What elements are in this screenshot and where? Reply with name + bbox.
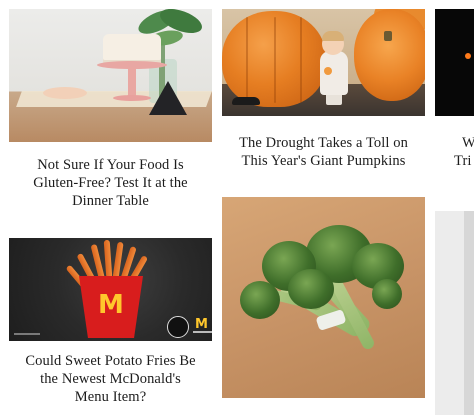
cake-stand — [128, 67, 136, 97]
broccoli-floret — [240, 281, 280, 319]
mcdonalds-logo-small: M — [195, 317, 208, 332]
pumpkin-stem — [384, 31, 392, 41]
article-title-line[interactable]: the Newest McDonald's — [9, 370, 212, 388]
article-title-line[interactable]: Menu Item? — [9, 388, 212, 406]
mcdonalds-logo: M — [98, 290, 124, 320]
cake — [103, 34, 161, 64]
pumpkin-rib — [274, 17, 276, 103]
article-title-fries[interactable]: Could Sweet Potato Fries Be the Newest M… — [9, 352, 212, 406]
article-title-line[interactable]: W — [435, 134, 474, 152]
article-title-line[interactable]: This Year's Giant Pumpkins — [222, 152, 425, 170]
giant-pumpkin — [354, 9, 425, 101]
article-title-line[interactable]: Tri — [435, 152, 474, 170]
article-title-partial[interactable]: W Tri — [435, 134, 474, 170]
shirt-pumpkin-print — [324, 67, 332, 75]
article-title-gluten[interactable]: Not Sure If Your Food Is Gluten-Free? Te… — [9, 156, 212, 210]
image-detail — [465, 53, 471, 59]
giant-pumpkin — [222, 11, 326, 107]
article-title-line[interactable]: Gluten-Free? Test It at the — [9, 174, 212, 192]
hat — [232, 97, 260, 105]
article-image-broccoli[interactable] — [222, 197, 425, 398]
broccoli-floret — [372, 279, 402, 309]
image-detail — [464, 211, 474, 415]
fry — [103, 239, 113, 279]
badge-caption — [193, 331, 212, 333]
pumpkin-rib — [246, 17, 248, 103]
article-title-line[interactable]: The Drought Takes a Toll on — [222, 134, 425, 152]
article-image-pumpkins[interactable] — [222, 9, 425, 116]
article-image-partial[interactable] — [435, 211, 474, 415]
article-title-line[interactable]: Could Sweet Potato Fries Be — [9, 352, 212, 370]
broccoli-floret — [288, 269, 334, 309]
article-title-line[interactable]: Not Sure If Your Food Is — [9, 156, 212, 174]
award-badge-icon — [167, 316, 189, 338]
image-credit — [14, 333, 40, 335]
article-title-pumpkins[interactable]: The Drought Takes a Toll on This Year's … — [222, 134, 425, 170]
cake-stand-base — [113, 95, 151, 101]
article-image-sweet-potato-fries[interactable]: M M — [9, 238, 212, 341]
article-image-gluten-test[interactable] — [9, 9, 212, 142]
article-image-partial[interactable] — [435, 9, 474, 116]
child-hair — [322, 31, 344, 41]
pumpkin-rib — [300, 17, 302, 103]
gluten-sensor-device — [149, 81, 187, 115]
plate — [43, 87, 87, 99]
article-title-line[interactable]: Dinner Table — [9, 192, 212, 210]
